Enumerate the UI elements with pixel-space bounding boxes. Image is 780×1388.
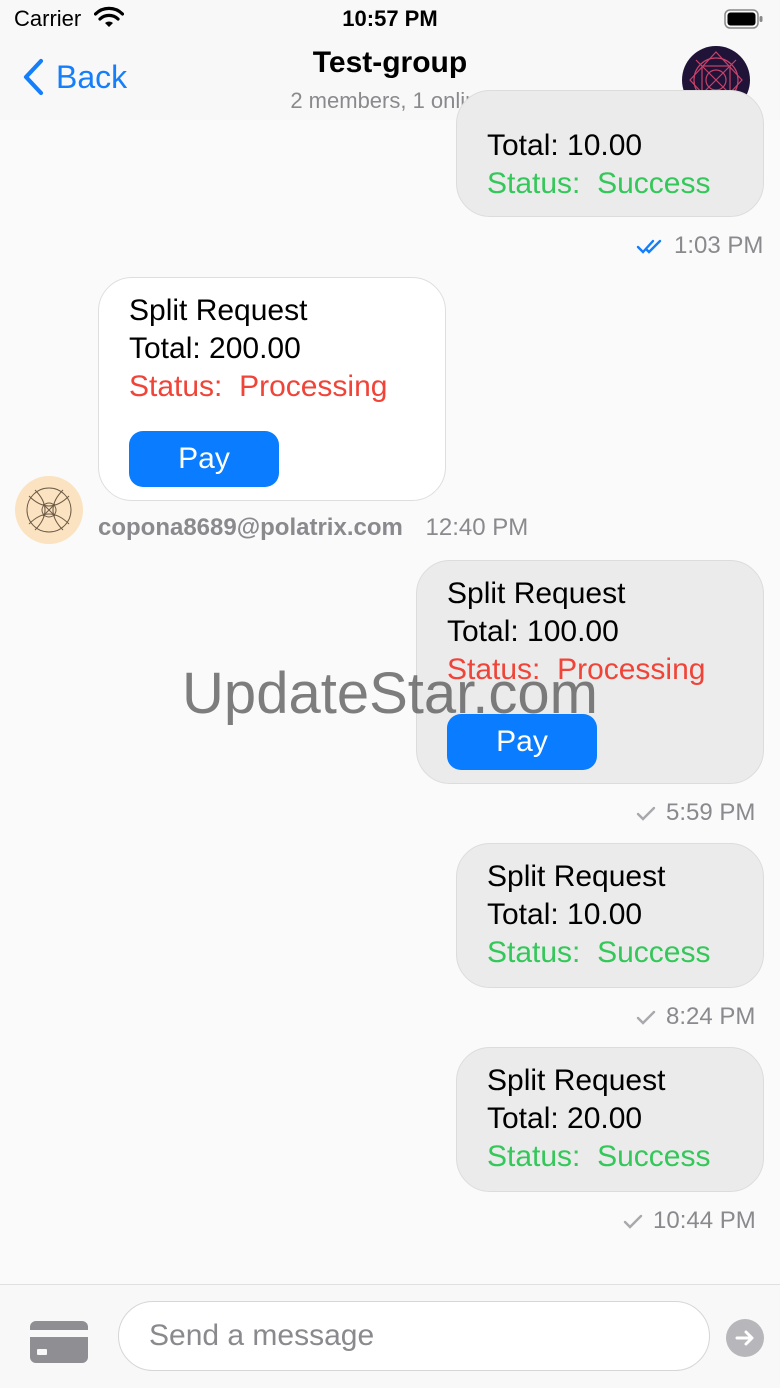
status-value: Success	[597, 936, 711, 969]
message-bubble: Split Request Total: 20.00 Status: Succe…	[456, 1047, 764, 1192]
message-meta: 10:44 PM	[623, 1207, 756, 1235]
request-status: Status: Processing	[129, 368, 415, 406]
status-value: Processing	[239, 370, 388, 403]
message-input[interactable]	[118, 1301, 710, 1371]
request-title: Split Request	[447, 577, 626, 610]
status-label: Status:	[129, 370, 223, 403]
message-time: 12:40 PM	[425, 514, 529, 541]
page-title: Test-group	[312, 46, 468, 79]
status-value: Success	[597, 167, 711, 200]
send-button[interactable]	[726, 1319, 764, 1357]
message-composer	[0, 1284, 780, 1388]
request-title: Split Request	[129, 294, 308, 327]
message-time: 10:44 PM	[653, 1207, 756, 1234]
message-meta: 5:59 PM	[636, 799, 755, 827]
status-bar: Carrier 10:57 PM	[0, 0, 780, 40]
check-icon	[623, 1214, 643, 1229]
request-total: Total: 20.00	[487, 1102, 643, 1135]
message-bubble: Split Request Total: 10.00 Status: Succe…	[456, 843, 764, 988]
message-time: 8:24 PM	[666, 1003, 756, 1030]
message-bubble: Total: 10.00 Status: Success	[456, 90, 764, 217]
status-label: Status:	[487, 936, 581, 969]
request-total: Total: 100.00	[447, 615, 619, 648]
message-bubble: Split Request Total: 200.00 Status: Proc…	[98, 277, 446, 501]
message-time: 5:59 PM	[666, 799, 756, 826]
status-label: Status:	[487, 167, 581, 200]
check-icon	[636, 1010, 656, 1025]
message-time: 1:03 PM	[674, 232, 764, 259]
battery-icon	[724, 9, 764, 29]
request-total: Total: 200.00	[129, 332, 301, 365]
sender-email: copona8689@polatrix.com	[98, 514, 403, 541]
message-meta: 8:24 PM	[636, 1003, 755, 1031]
request-status: Status: Success	[487, 934, 733, 972]
message-meta: copona8689@polatrix.com 12:40 PM	[98, 514, 528, 542]
status-value: Success	[597, 1140, 711, 1173]
message-meta: 1:03 PM	[636, 232, 763, 260]
request-total: Total: 10.00	[487, 898, 643, 931]
request-title: Split Request	[487, 860, 666, 893]
status-label: Status:	[487, 1140, 581, 1173]
clock: 10:57 PM	[342, 6, 438, 31]
pay-button[interactable]: Pay	[129, 431, 279, 487]
request-status: Status: Success	[487, 165, 733, 203]
request-title: Split Request	[487, 1064, 666, 1097]
double-check-icon	[636, 239, 662, 254]
avatar[interactable]	[15, 476, 83, 544]
send-arrow-icon	[735, 1330, 754, 1346]
watermark: UpdateStar.com	[182, 661, 598, 726]
credit-card-icon[interactable]	[30, 1321, 88, 1368]
request-total: Total: 10.00	[487, 129, 643, 162]
request-status: Status: Success	[487, 1138, 733, 1176]
check-icon	[636, 806, 656, 821]
